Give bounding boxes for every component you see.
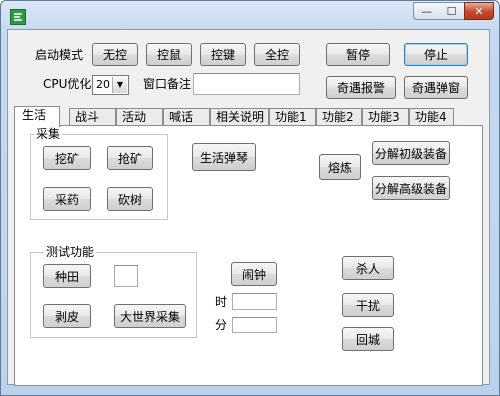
decompose-advanced-button[interactable]: 分解高级装备 bbox=[372, 176, 450, 200]
tab-function-1[interactable]: 功能1 bbox=[269, 108, 316, 126]
full-control-button[interactable]: 全控 bbox=[254, 43, 300, 66]
maximize-button[interactable]: ☐ bbox=[439, 2, 465, 20]
hour-input[interactable] bbox=[232, 293, 277, 310]
farm-button[interactable]: 种田 bbox=[43, 264, 91, 288]
tab-function-3[interactable]: 功能3 bbox=[362, 108, 409, 126]
close-icon: ✕ bbox=[474, 4, 484, 18]
kill-button[interactable]: 杀人 bbox=[342, 256, 394, 280]
cpu-optimize-select[interactable]: 20 ▼ bbox=[92, 75, 129, 95]
cpu-optimize-label: CPU优化 bbox=[43, 77, 92, 91]
app-icon bbox=[10, 9, 26, 25]
minute-label: 分 bbox=[215, 318, 228, 332]
tab-related-notes[interactable]: 相关说明 bbox=[210, 108, 269, 126]
world-gather-button[interactable]: 大世界采集 bbox=[114, 304, 186, 328]
decompose-basic-button[interactable]: 分解初级装备 bbox=[372, 141, 450, 165]
grab-ore-button[interactable]: 抢矿 bbox=[107, 146, 153, 170]
tab-shout[interactable]: 喊话 bbox=[163, 108, 210, 126]
return-city-button[interactable]: 回城 bbox=[342, 327, 394, 351]
tab-function-2[interactable]: 功能2 bbox=[316, 108, 362, 126]
life-piano-button[interactable]: 生活弹琴 bbox=[192, 143, 256, 171]
adventure-popup-button[interactable]: 奇遇弹窗 bbox=[404, 76, 468, 99]
start-mode-label: 启动模式 bbox=[35, 48, 84, 62]
adventure-alarm-button[interactable]: 奇遇报警 bbox=[326, 76, 396, 99]
chevron-down-icon[interactable]: ▼ bbox=[112, 77, 127, 93]
skin-button[interactable]: 剥皮 bbox=[43, 304, 91, 328]
no-control-button[interactable]: 无控 bbox=[92, 43, 138, 66]
title-bar[interactable]: — ☐ ✕ bbox=[1, 1, 499, 31]
cpu-optimize-value: 20 bbox=[96, 78, 110, 91]
farm-value-input[interactable] bbox=[114, 265, 138, 287]
chop-tree-button[interactable]: 砍树 bbox=[107, 187, 153, 211]
tab-activity[interactable]: 活动 bbox=[116, 108, 163, 126]
tab-combat[interactable]: 战斗 bbox=[69, 108, 116, 126]
herb-gather-button[interactable]: 采药 bbox=[43, 187, 91, 211]
gather-group-title: 采集 bbox=[34, 127, 63, 141]
minimize-icon: — bbox=[421, 4, 432, 18]
close-button[interactable]: ✕ bbox=[464, 2, 494, 20]
disturb-button[interactable]: 干扰 bbox=[342, 293, 394, 317]
smelt-button[interactable]: 熔炼 bbox=[319, 154, 361, 180]
pause-button[interactable]: 暂停 bbox=[326, 43, 390, 66]
window-note-label: 窗口备注 bbox=[143, 77, 192, 91]
test-function-group-title: 测试功能 bbox=[44, 245, 97, 259]
mouse-control-button[interactable]: 控鼠 bbox=[146, 43, 192, 66]
tab-life[interactable]: 生活 bbox=[14, 106, 60, 127]
mining-button[interactable]: 挖矿 bbox=[43, 146, 91, 170]
stop-button[interactable]: 停止 bbox=[404, 43, 468, 66]
hour-label: 时 bbox=[215, 295, 228, 309]
minute-input[interactable] bbox=[232, 317, 277, 333]
alarm-clock-button[interactable]: 闹钟 bbox=[231, 262, 277, 286]
window-note-input[interactable] bbox=[193, 73, 300, 95]
maximize-icon: ☐ bbox=[446, 4, 457, 18]
tab-function-4[interactable]: 功能4 bbox=[409, 108, 454, 126]
key-control-button[interactable]: 控键 bbox=[200, 43, 246, 66]
minimize-button[interactable]: — bbox=[413, 2, 440, 20]
